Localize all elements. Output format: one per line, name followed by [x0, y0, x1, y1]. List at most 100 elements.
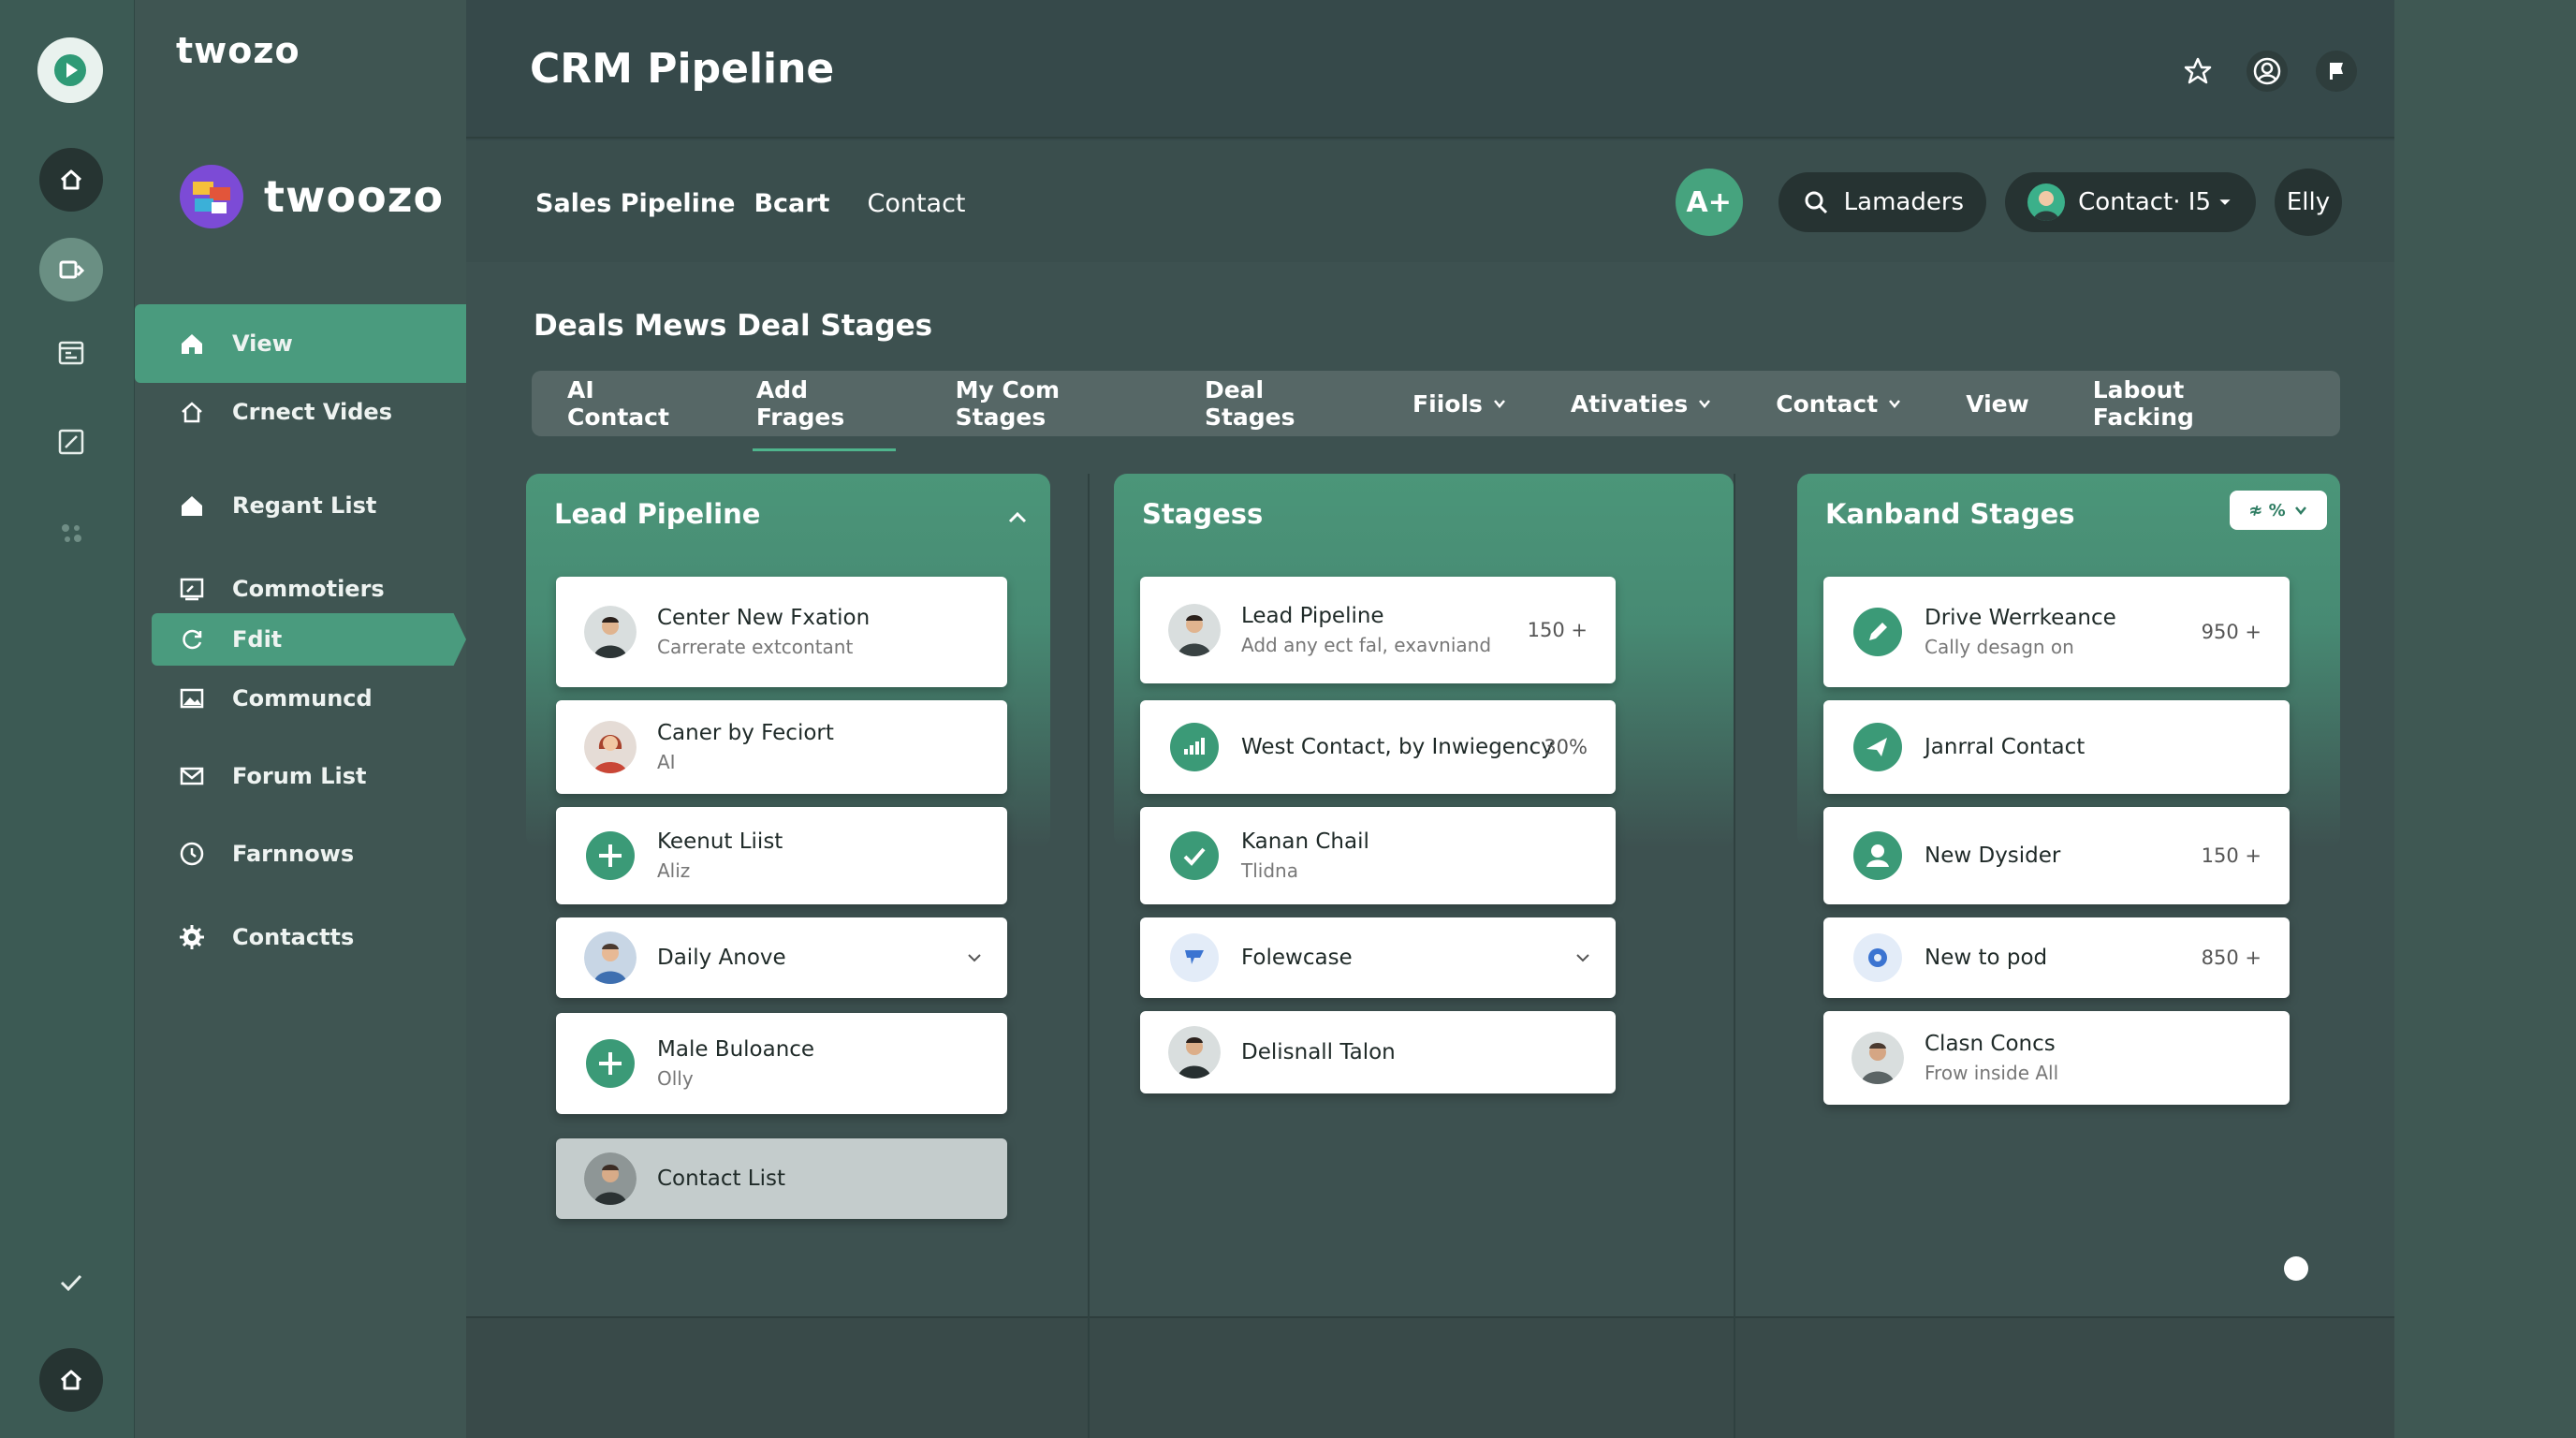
avatar-man-icon — [584, 606, 637, 658]
sidebar-item-commotiers[interactable]: Commotiers — [135, 563, 466, 615]
sidebar-item-view[interactable]: View — [135, 304, 466, 383]
card-subtitle: Cally desagn on — [1925, 636, 2074, 658]
send-circle-icon — [1852, 721, 1904, 773]
clock-icon — [180, 842, 204, 866]
user-circle-icon[interactable] — [2247, 51, 2288, 92]
card-title: West Contact, by Inwiegency — [1241, 735, 1554, 759]
deal-card[interactable]: Clasn Concs Frow inside All — [1823, 1011, 2290, 1105]
search-label: Lamaders — [1843, 188, 1965, 216]
deal-card[interactable]: Male Buloance Olly — [556, 1013, 1007, 1114]
filter-dropdown[interactable]: ≉ % — [2230, 491, 2327, 530]
deal-card[interactable]: New Dysider 150 + — [1823, 807, 2290, 904]
dots-icon[interactable] — [39, 500, 103, 564]
card-title: Janrral Contact — [1925, 735, 2086, 759]
card-subtitle: Add any ect fal, exavniand — [1241, 634, 1492, 656]
card-subtitle: AI — [657, 751, 676, 773]
plus-circle-icon — [584, 829, 637, 882]
sidebar-item-contactts[interactable]: Contactts — [135, 911, 466, 963]
sidebar-item-label: Communcd — [232, 685, 373, 712]
sidebar-item-forum-list[interactable]: Forum List — [135, 750, 466, 802]
card-subtitle: Aliz — [657, 859, 691, 882]
calendar-icon[interactable] — [39, 320, 103, 384]
link-sales-pipeline[interactable]: Sales Pipeline — [535, 189, 735, 218]
card-count: 850 + — [2201, 946, 2261, 969]
scroll-indicator[interactable] — [2284, 1256, 2308, 1281]
home-icon[interactable] — [39, 148, 103, 212]
avatar-man-icon — [1168, 604, 1221, 656]
tab-label: Add Frages — [755, 376, 845, 431]
deal-card[interactable]: Drive Werrkeance Cally desagn on 950 + — [1823, 577, 2290, 687]
image-icon — [180, 688, 204, 709]
tab-label: Ativaties — [1570, 389, 1689, 418]
sidebar-item-label: View — [232, 330, 293, 357]
card-subtitle: Frow inside All — [1925, 1062, 2059, 1084]
deal-card[interactable]: Delisnall Talon — [1140, 1011, 1616, 1093]
link-bcart[interactable]: Bcart — [754, 189, 829, 218]
deal-card[interactable]: Daily Anove — [556, 917, 1007, 998]
sidebar-item-crnect-vides[interactable]: Crnect Vides — [135, 386, 466, 438]
house-filled-icon — [182, 496, 202, 516]
sidebar-item-communcd[interactable]: Communcd — [135, 672, 466, 725]
star-icon[interactable] — [2177, 51, 2218, 92]
link-contact[interactable]: Contact — [867, 189, 965, 218]
deal-card[interactable]: Center New Fxation Carrerate extcontant — [556, 577, 1007, 687]
search-button[interactable]: Lamaders — [1778, 172, 1987, 232]
card-count: 950 + — [2201, 621, 2261, 643]
deal-card[interactable]: Kanan Chail Tlidna — [1140, 807, 1616, 904]
user-menu[interactable]: Elly — [2275, 169, 2342, 236]
deal-card[interactable]: Keenut Liist Aliz — [556, 807, 1007, 904]
deal-card[interactable]: West Contact, by Inwiegency 30% — [1140, 700, 1616, 794]
add-button[interactable]: A+ — [1675, 169, 1743, 236]
deal-card[interactable]: Caner by Feciort AI — [556, 700, 1007, 794]
chevron-up-icon[interactable] — [1005, 506, 1030, 530]
check-icon[interactable] — [39, 1251, 103, 1314]
tab-fiiols[interactable]: Fiiols — [1412, 390, 1507, 418]
bar-chart-icon — [1168, 721, 1221, 773]
deal-card[interactable]: Folewcase — [1140, 917, 1616, 998]
tab-contact[interactable]: Contact — [1776, 390, 1902, 418]
deal-card[interactable]: Janrral Contact — [1823, 700, 2290, 794]
edit-icon[interactable] — [39, 410, 103, 474]
header: CRM Pipeline — [466, 0, 2394, 139]
avatar-man-icon — [584, 1152, 637, 1205]
deal-card[interactable]: New to pod 850 + — [1823, 917, 2290, 998]
tab-view[interactable]: View — [1966, 390, 2029, 418]
tab-bar: AI Contact Add Frages My Com Stages Deal… — [532, 371, 2340, 451]
card-title: New Dysider — [1925, 844, 2061, 868]
tab-labout-facking[interactable]: Labout Facking — [2093, 376, 2276, 431]
deal-card[interactable]: Contact List — [556, 1138, 1007, 1219]
sidebar-item-farnnows[interactable]: Farnnows — [135, 828, 466, 880]
chevron-down-icon[interactable] — [964, 947, 985, 968]
flag-icon[interactable] — [2316, 51, 2357, 92]
play-icon[interactable] — [37, 37, 103, 103]
tab-label: My Com Stages — [955, 376, 1061, 431]
home-icon[interactable] — [39, 1348, 103, 1412]
card-count: 150 + — [2201, 844, 2261, 867]
card-count: 150 + — [1527, 619, 1588, 641]
sidebar-item-fdit[interactable]: Fdit — [152, 613, 466, 666]
sidebar-item-regant-list[interactable]: Regant List — [135, 479, 466, 532]
card-title: Center New Fxation — [657, 606, 871, 630]
card-percent: 30% — [1544, 736, 1588, 758]
card-title: Contact List — [657, 1167, 786, 1191]
card-subtitle: Olly — [657, 1067, 694, 1090]
house-outline-icon — [182, 402, 202, 423]
contact-dropdown[interactable]: Contact· I5 — [2005, 172, 2256, 232]
tab-deal-stages[interactable]: Deal Stages — [1205, 376, 1349, 431]
tab-label: Labout Facking — [2092, 376, 2194, 431]
tab-label: Contact — [1776, 389, 1879, 418]
tab-label: AI Contact — [567, 376, 669, 431]
chevron-down-icon[interactable] — [1573, 947, 1593, 968]
tab-ai-contact[interactable]: AI Contact — [567, 376, 693, 431]
column-title: Stagess — [1142, 498, 1264, 530]
tab-ativaties[interactable]: Ativaties — [1571, 390, 1712, 418]
brand[interactable]: twoozo — [178, 163, 444, 230]
deal-card[interactable]: Lead Pipeline Add any ect fal, exavniand … — [1140, 577, 1616, 683]
tab-my-com-stages[interactable]: My Com Stages — [956, 376, 1141, 431]
contacts-card-icon[interactable] — [39, 238, 103, 301]
card-title: Drive Werrkeance — [1925, 606, 2116, 630]
search-icon — [1805, 191, 1827, 214]
tab-add-frages[interactable]: Add Frages — [752, 376, 896, 451]
tab-label: Fiiols — [1412, 389, 1483, 418]
plus-circle-icon — [584, 1037, 637, 1090]
